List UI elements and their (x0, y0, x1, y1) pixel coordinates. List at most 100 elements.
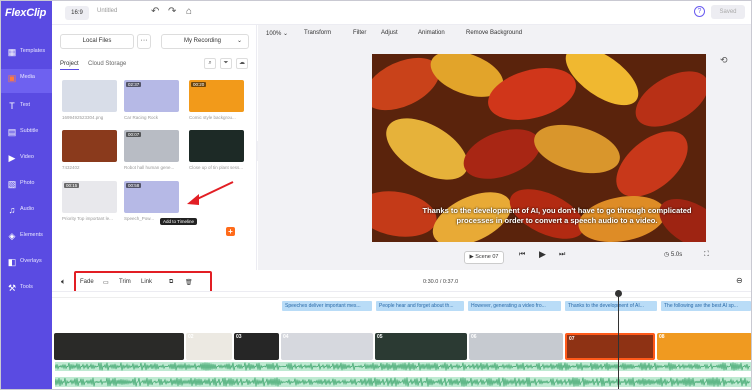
flexclip-editor: FlexClip ▦ Templates ▣ Media T Text ▤ Subtitle ▶… (0, 0, 752, 390)
media-panel: Local Files ··· My Recording ⌄ Project C… (52, 25, 257, 270)
duration-badge: 00:07 (126, 132, 142, 137)
overlays-icon: ◧ (7, 257, 17, 267)
timeline-clip[interactable]: 07 (565, 333, 655, 360)
timeline-clip[interactable]: 03 (234, 333, 279, 360)
template-icon: ▦ (7, 47, 17, 57)
animation-button[interactable]: Animation (418, 30, 445, 36)
timeline-clip[interactable]: 08 (657, 333, 751, 360)
sidebar-item-media[interactable]: ▣ Media (1, 69, 52, 93)
more-options-button[interactable]: ··· (137, 34, 151, 49)
previous-icon[interactable]: ⏮ (519, 251, 525, 259)
zoom-dropdown[interactable]: 100% ⌄ (266, 30, 288, 37)
caption-chip[interactable]: The following are the best AI sp... (661, 301, 751, 311)
sidebar-item-video[interactable]: ▶ Video (1, 149, 52, 173)
project-title[interactable]: Untitled (97, 8, 117, 14)
sidebar-item-photo[interactable]: ▧ Photo (1, 175, 52, 199)
media-thumbnail[interactable]: 00:20 (189, 80, 244, 112)
media-thumbnail[interactable]: 02:37 (124, 80, 179, 112)
play-icon[interactable]: ▶ (539, 249, 546, 260)
my-recording-dropdown[interactable]: My Recording ⌄ (161, 34, 249, 49)
tab-cloud-storage[interactable]: Cloud Storage (88, 61, 126, 67)
timeline-clip[interactable]: 04 (281, 333, 373, 360)
timeline-clip[interactable] (54, 333, 184, 360)
timeline-clip[interactable]: 05 (375, 333, 467, 360)
red-annotation-arrow (187, 181, 234, 205)
media-thumbnail[interactable] (62, 80, 117, 112)
undo-icon[interactable]: ↶ (151, 6, 159, 17)
sidebar-item-tools[interactable]: ⚒ Tools (1, 279, 52, 303)
filter-button[interactable]: Filter (353, 30, 366, 36)
sidebar-item-templates[interactable]: ▦ Templates (1, 43, 52, 67)
tab-project[interactable]: Project (60, 61, 79, 70)
home-icon[interactable]: ⌂ (186, 6, 192, 17)
playhead[interactable] (618, 292, 619, 389)
video-canvas[interactable]: Thanks to the development of AI, you don… (372, 54, 706, 242)
caption-chip[interactable]: People hear and forget about th... (376, 301, 464, 311)
flexclip-logo[interactable]: FlexClip (5, 7, 46, 19)
sidebar-item-audio[interactable]: ♫ Audio (1, 201, 52, 225)
media-thumbnail[interactable] (62, 130, 117, 162)
local-files-button[interactable]: Local Files (60, 34, 134, 49)
elements-icon: ◈ (8, 231, 16, 241)
media-filename: 1699492523304.png (62, 115, 104, 120)
zoom-value: 100% (266, 31, 282, 37)
caption-chip[interactable]: Thanks to the development of AI... (565, 301, 657, 311)
waveform (54, 362, 751, 371)
photo-icon: ▧ (7, 179, 17, 189)
timeline: Speeches deliver important mes... People … (52, 290, 751, 389)
media-filename: Close up of tin plant sess... (189, 165, 244, 170)
my-recording-label: My Recording (184, 38, 222, 44)
media-filename: Car Racing Rock (124, 115, 159, 120)
help-icon[interactable]: ? (694, 6, 705, 17)
filter-icon[interactable]: ⏷ (220, 58, 232, 69)
timeline-clip[interactable]: 06 (469, 333, 563, 360)
audio-track-music[interactable] (54, 377, 751, 387)
scene-button[interactable]: ▶ Scene 07 (464, 251, 504, 264)
sidebar-item-subtitle[interactable]: ▤ Subtitle (1, 123, 52, 147)
playhead-handle[interactable] (615, 290, 622, 297)
sidebar-item-text[interactable]: T Text (1, 97, 52, 121)
replace-icon[interactable]: ⟲ (720, 55, 728, 66)
adjust-button[interactable]: Adjust (381, 30, 398, 36)
timeline-ruler[interactable] (52, 292, 751, 298)
remove-background-button[interactable]: Remove Background (466, 30, 522, 36)
duration-badge: 00:15 (64, 183, 80, 188)
speed-value: 5.0s (670, 252, 683, 258)
chevron-down-icon: ⌄ (236, 38, 242, 44)
top-bar: 16:9 Untitled ↶ ↷ ⌂ ? Saved (52, 1, 751, 25)
redo-icon[interactable]: ↷ (168, 6, 176, 17)
preview-area: 100% ⌄ Transform Filter Adjust Animation… (258, 25, 751, 270)
sidebar: FlexClip ▦ Templates ▣ Media T Text ▤ Subtitle ▶… (1, 1, 52, 389)
sidebar-item-label: Subtitle (20, 128, 39, 134)
sidebar-item-overlays[interactable]: ◧ Overlays (1, 253, 52, 277)
saved-button[interactable]: Saved (711, 5, 745, 19)
media-thumbnail[interactable]: 00:07 (124, 130, 179, 162)
add-to-timeline-button[interactable]: + (226, 227, 235, 236)
next-icon[interactable]: ⏭ (559, 251, 565, 259)
sidebar-item-label: Audio (20, 206, 35, 212)
media-filename: Comic style backgrou... (189, 115, 236, 120)
timeline-clip[interactable]: 02 (186, 333, 232, 360)
search-icon[interactable]: ⌕ (204, 58, 216, 69)
media-thumbnail[interactable]: 00:15 (62, 181, 117, 213)
transform-button[interactable]: Transform (304, 30, 331, 36)
media-filename: 7432402 (62, 165, 80, 170)
fullscreen-icon[interactable]: ⛶ (704, 251, 709, 259)
sidebar-item-elements[interactable]: ◈ Elements (1, 227, 52, 251)
clip-number: 02 (188, 334, 194, 340)
aspect-ratio-button[interactable]: 16:9 (65, 6, 89, 20)
speed-control[interactable]: ◷ 5.0s (664, 251, 682, 258)
clip-number: 08 (659, 334, 665, 340)
cloud-icon[interactable]: ☁ (236, 58, 248, 69)
duration-badge: 02:37 (126, 82, 142, 87)
caption-chip[interactable]: Speeches deliver important mes... (282, 301, 372, 311)
video-caption[interactable]: Thanks to the development of AI, you don… (412, 206, 702, 226)
caption-chip[interactable]: However, generating a video fro... (468, 301, 561, 311)
media-icon: ▣ (7, 73, 17, 83)
zoom-out-icon[interactable]: ⊖ (736, 276, 743, 285)
media-thumbnail[interactable]: 00:58 (124, 181, 179, 213)
volume-icon[interactable]: 🔈︎ (61, 277, 66, 287)
clip-number: 07 (569, 336, 575, 342)
audio-track-speech[interactable] (54, 362, 751, 371)
media-thumbnail[interactable] (189, 130, 244, 162)
